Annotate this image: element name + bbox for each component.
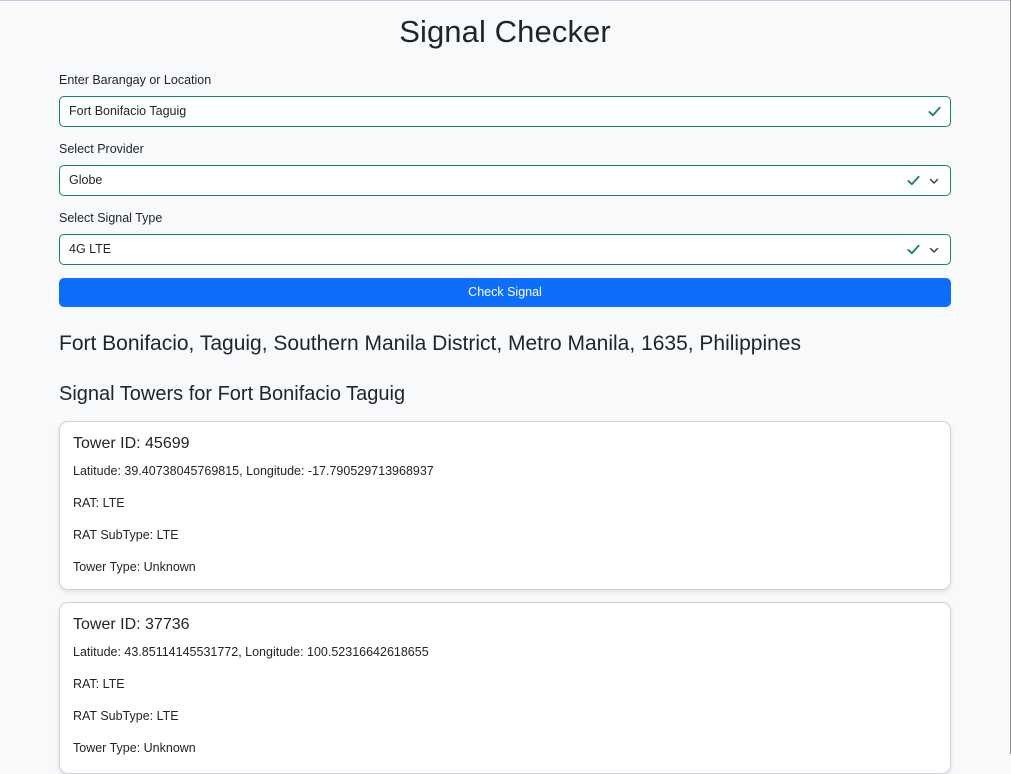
check-icon: [907, 244, 920, 255]
tower-coordinates: Latitude: 43.85114145531772, Longitude: …: [73, 645, 429, 659]
tower-card: Tower ID: 37736 Latitude: 43.85114145531…: [59, 602, 951, 774]
chevron-down-icon[interactable]: [929, 176, 939, 186]
provider-label: Select Provider: [59, 142, 144, 156]
tower-rat-subtype: RAT SubType: LTE: [73, 528, 179, 542]
tower-id: Tower ID: 37736: [73, 616, 190, 633]
window-top-border: [0, 0, 1011, 1]
location-label: Enter Barangay or Location: [59, 73, 212, 87]
tower-type: Tower Type: Unknown: [73, 560, 196, 574]
tower-rat: RAT: LTE: [73, 677, 125, 691]
check-signal-button[interactable]: Check Signal: [59, 278, 951, 307]
tower-rat: RAT: LTE: [73, 496, 125, 510]
towers-heading: Signal Towers for Fort Bonifacio Taguig: [59, 383, 406, 405]
provider-select[interactable]: Globe: [59, 165, 951, 196]
page-title: Signal Checker: [399, 14, 611, 49]
resolved-address: Fort Bonifacio, Taguig, Southern Manila …: [59, 332, 801, 355]
check-icon: [928, 106, 941, 117]
tower-rat-subtype: RAT SubType: LTE: [73, 709, 179, 723]
signal-type-label: Select Signal Type: [59, 211, 163, 225]
tower-id: Tower ID: 45699: [73, 435, 190, 452]
tower-type: Tower Type: Unknown: [73, 741, 196, 755]
location-input-value: Fort Bonifacio Taguig: [69, 104, 187, 118]
chevron-down-icon[interactable]: [929, 245, 939, 255]
check-icon: [907, 175, 920, 186]
signal-type-select-value: 4G LTE: [69, 242, 112, 256]
tower-coordinates: Latitude: 39.40738045769815, Longitude: …: [73, 464, 434, 478]
provider-select-value: Globe: [69, 173, 103, 187]
location-input[interactable]: Fort Bonifacio Taguig: [59, 96, 951, 127]
signal-type-select[interactable]: 4G LTE: [59, 234, 951, 265]
tower-card: Tower ID: 45699 Latitude: 39.40738045769…: [59, 421, 951, 590]
